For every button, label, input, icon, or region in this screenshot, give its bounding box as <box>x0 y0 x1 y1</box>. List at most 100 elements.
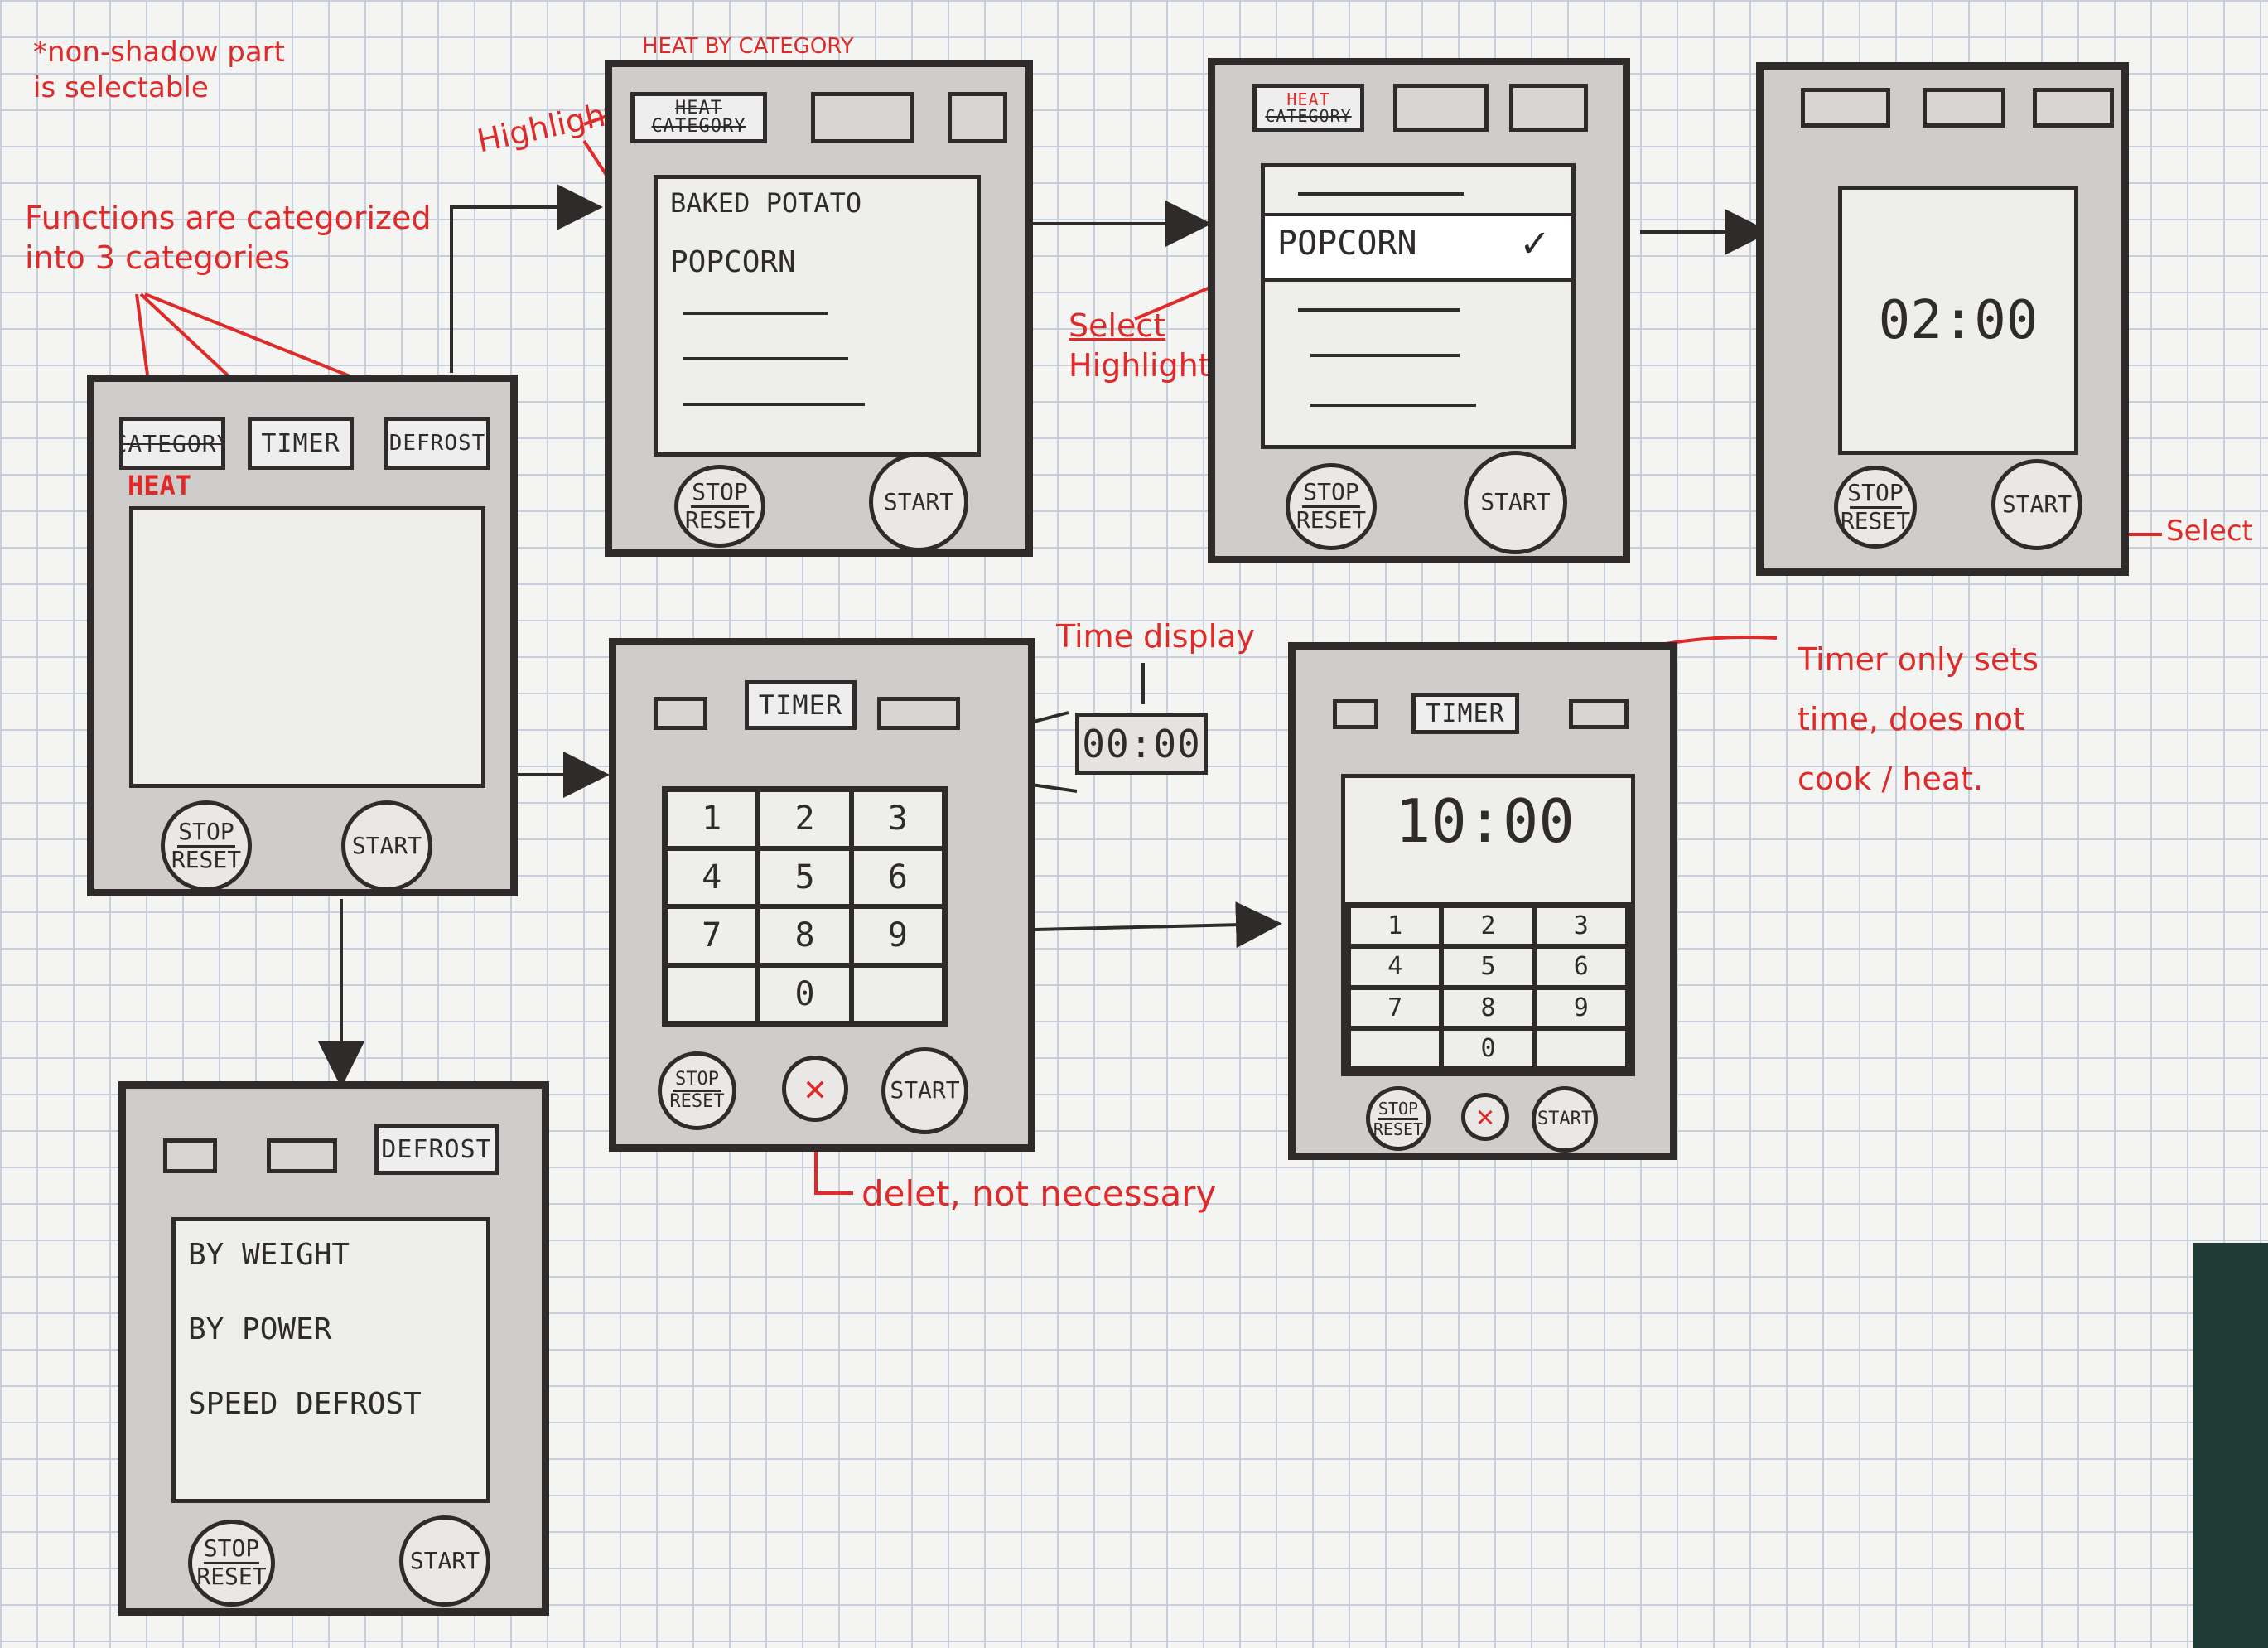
keypad-key[interactable] <box>851 964 944 1023</box>
start-button[interactable]: START <box>399 1515 490 1607</box>
list-item[interactable]: POPCORN <box>670 245 796 279</box>
stop-reset-button[interactable]: STOP RESET <box>674 465 765 548</box>
tab-defrost[interactable]: DEFROST <box>384 417 490 470</box>
stop-reset-button[interactable]: STOP RESET <box>161 800 252 892</box>
crossed-out-icon: ✕ <box>803 1066 827 1109</box>
tab-empty-1[interactable] <box>1333 699 1378 729</box>
tab-empty-2[interactable] <box>1393 84 1489 132</box>
list-item[interactable]: BY WEIGHT <box>188 1238 350 1272</box>
start-button[interactable]: START <box>1464 451 1567 554</box>
keypad-key[interactable]: 7 <box>665 906 759 965</box>
tab-empty-3[interactable] <box>1569 699 1629 729</box>
keypad-key[interactable]: 5 <box>758 848 852 906</box>
list-item[interactable]: SPEED DEFROST <box>188 1387 422 1421</box>
check-icon: ✓ <box>1522 218 1548 268</box>
keypad-key[interactable]: 4 <box>665 848 759 906</box>
stop-reset-button[interactable]: STOP RESET <box>658 1051 736 1130</box>
timer-note-line3: cook / heat. <box>1798 761 1984 798</box>
selected-item: POPCORN <box>1277 225 1417 263</box>
tab-empty-2[interactable] <box>811 92 914 143</box>
stop-label: STOP <box>1303 478 1359 506</box>
tab-heat-category[interactable]: HEAT CATEGORY <box>1252 84 1364 132</box>
tab-heat-text: HEAT <box>1286 89 1330 109</box>
keypad-key[interactable] <box>1349 1027 1442 1069</box>
cook-display: 02:00 <box>1838 186 2078 455</box>
start-label: START <box>1537 1108 1593 1129</box>
stop-reset-button[interactable]: STOP RESET <box>1834 466 1917 549</box>
start-label: START <box>1480 488 1551 516</box>
tab-category[interactable]: CATEGORY <box>119 417 225 470</box>
tab-timer[interactable]: TIMER <box>248 417 354 470</box>
keypad-key[interactable]: 8 <box>758 906 852 965</box>
reset-label: RESET <box>1840 506 1911 534</box>
cook-time: 02:00 <box>1878 289 2039 351</box>
start-button[interactable]: START <box>1991 459 2082 550</box>
list-item[interactable]: BAKED POTATO <box>670 187 861 219</box>
stop-reset-button[interactable]: STOP RESET <box>1286 463 1377 550</box>
start-label: START <box>890 1076 960 1104</box>
start-label: START <box>409 1546 480 1574</box>
start-button[interactable]: START <box>881 1047 968 1134</box>
tab-heat-category[interactable]: HEAT CATEGORY <box>630 92 767 143</box>
select-note-line: Select <box>1069 307 1166 344</box>
keypad-key[interactable]: 1 <box>1349 906 1442 947</box>
reset-label: RESET <box>669 1091 725 1112</box>
start-label: START <box>351 831 422 859</box>
keypad-key[interactable]: 0 <box>758 964 852 1023</box>
keypad-key[interactable]: 0 <box>1441 1027 1535 1069</box>
timer-run-panel: TIMER 10:00 123 456 7890 STOP RESET ✕ STAR… <box>1288 642 1677 1160</box>
time-display-box: 00:00 <box>1075 713 1208 775</box>
tab-empty-2[interactable] <box>1923 88 2005 128</box>
keypad-key[interactable]: 6 <box>1534 946 1628 988</box>
stop-reset-button[interactable]: STOP RESET <box>1366 1086 1431 1151</box>
tab-empty-1[interactable] <box>654 697 707 730</box>
start-label: START <box>883 487 954 515</box>
tab-timer[interactable]: TIMER <box>745 680 857 730</box>
heat-list-display: BAKED POTATO POPCORN <box>654 175 981 457</box>
keypad-key[interactable] <box>1534 1027 1628 1069</box>
keypad-key[interactable]: 2 <box>758 790 852 848</box>
tab-empty-1[interactable] <box>163 1138 217 1173</box>
keypad-key[interactable]: 1 <box>665 790 759 848</box>
placeholder-line <box>683 403 865 406</box>
placeholder-line <box>1298 192 1464 196</box>
keypad-key[interactable]: 4 <box>1349 946 1442 988</box>
stop-label: STOP <box>692 477 748 505</box>
tab-empty-1[interactable] <box>1801 88 1890 128</box>
keypad-key[interactable]: 5 <box>1441 946 1535 988</box>
keypad-key[interactable] <box>665 964 759 1023</box>
keypad-key[interactable]: 3 <box>1534 906 1628 947</box>
start-button[interactable]: START <box>1532 1086 1598 1153</box>
tab-empty-3[interactable] <box>2033 88 2114 128</box>
heat-by-category-label: HEAT BY CATEGORY <box>642 34 854 59</box>
keypad-key[interactable]: 9 <box>851 906 944 965</box>
keypad-key[interactable]: 9 <box>1534 987 1628 1028</box>
home-screen-panel: CATEGORY TIMER DEFROST HEAT STOP RESET S… <box>87 375 518 896</box>
tab-empty-3[interactable] <box>1509 84 1588 132</box>
list-item[interactable]: BY POWER <box>188 1312 331 1346</box>
defrost-panel: DEFROST BY WEIGHT BY POWER SPEED DEFROST… <box>118 1081 549 1616</box>
keypad-key[interactable]: 6 <box>851 848 944 906</box>
keypad-key[interactable]: 8 <box>1441 987 1535 1028</box>
tab-timer[interactable]: TIMER <box>1411 693 1519 734</box>
keypad-key[interactable]: 2 <box>1441 906 1535 947</box>
keypad-key[interactable]: 7 <box>1349 987 1442 1028</box>
tab-defrost[interactable]: DEFROST <box>374 1124 499 1175</box>
keypad-key[interactable]: 3 <box>851 790 944 848</box>
heat-label: HEAT <box>128 470 192 501</box>
heat-list-panel: HEAT CATEGORY BAKED POTATO POPCORN STOP … <box>605 60 1033 557</box>
tab-empty-2[interactable] <box>267 1138 337 1173</box>
start-button[interactable]: START <box>341 800 432 892</box>
placeholder-line <box>1310 404 1476 407</box>
tab-empty-3[interactable] <box>877 697 960 730</box>
deleted-button: ✕ <box>1461 1093 1509 1141</box>
tab-empty-3[interactable] <box>948 92 1007 143</box>
highlighted-row[interactable]: POPCORN ✓ <box>1265 213 1571 282</box>
defrost-display: BY WEIGHT BY POWER SPEED DEFROST <box>171 1217 490 1503</box>
start-button[interactable]: START <box>869 452 968 552</box>
selectable-note-line2: is selectable <box>33 70 209 104</box>
stop-reset-button[interactable]: STOP RESET <box>188 1520 275 1607</box>
home-display <box>129 506 485 788</box>
reset-label: RESET <box>196 1563 267 1590</box>
tab-heat-text: HEAT <box>675 98 722 118</box>
